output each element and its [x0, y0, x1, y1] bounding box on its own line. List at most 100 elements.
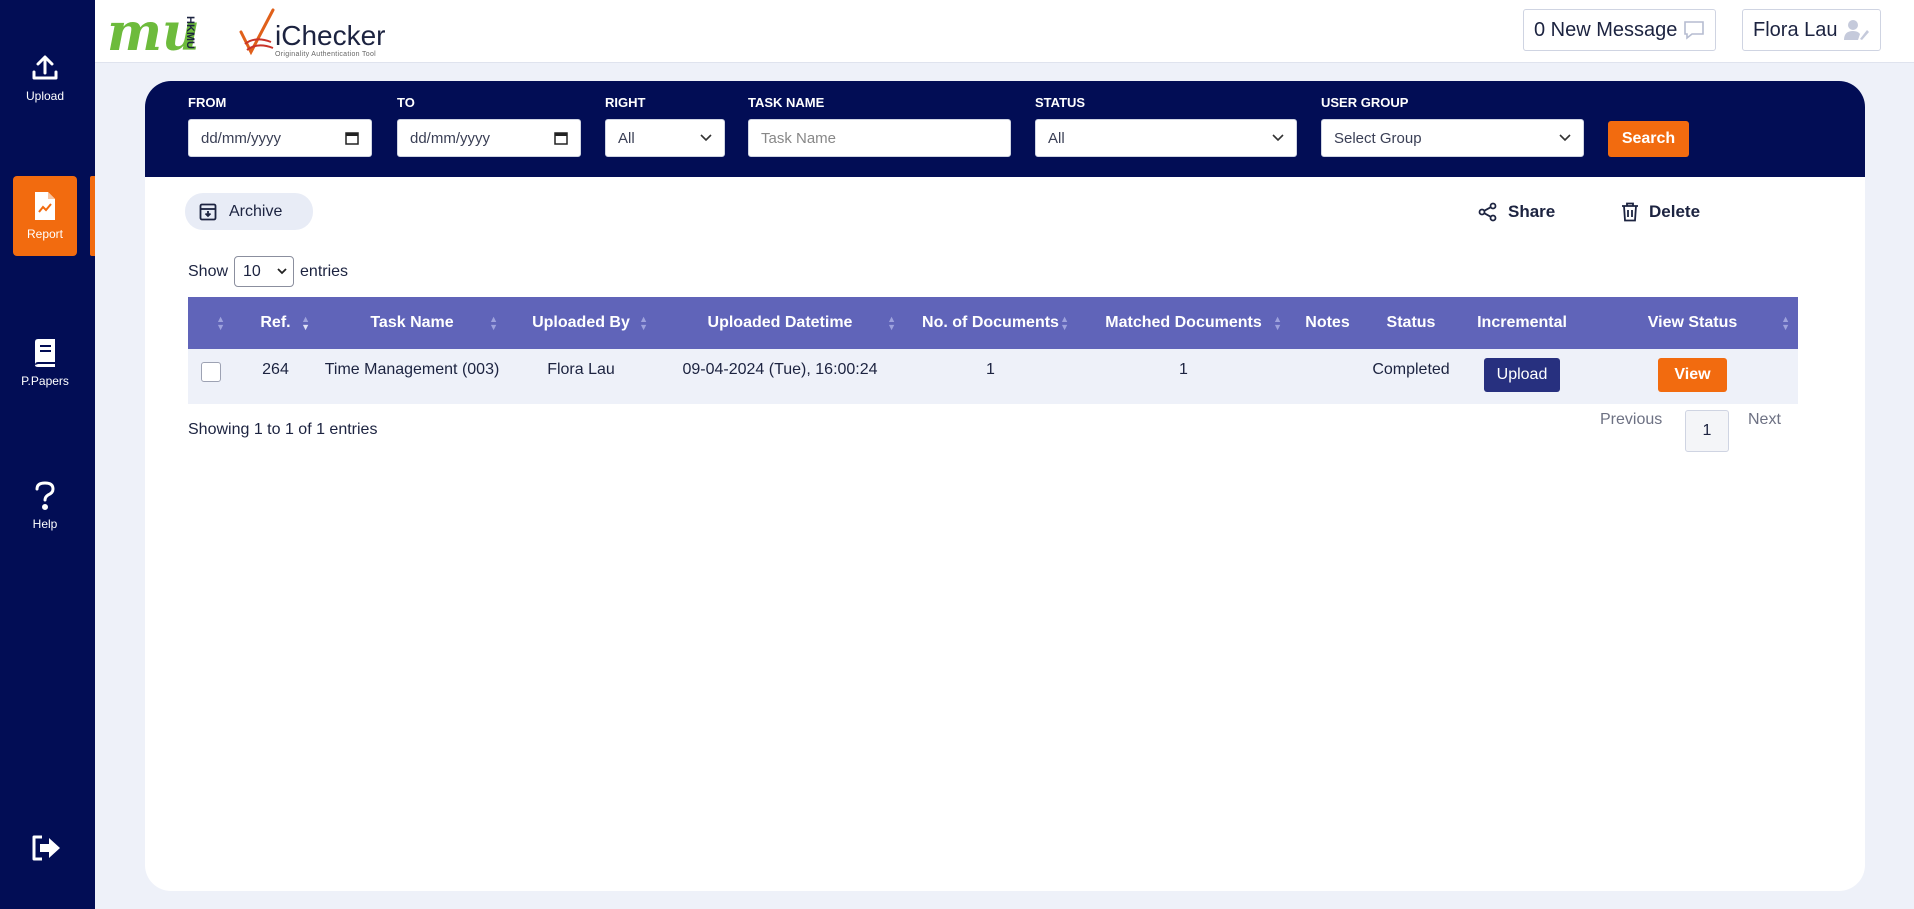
delete-button[interactable]: Delete — [1621, 198, 1700, 226]
sidebar-item-help[interactable]: Help — [13, 466, 77, 546]
entries-select[interactable]: 10 — [234, 256, 295, 287]
top-header: mu HKMU iChecker Originality Authenticat… — [95, 0, 1914, 63]
messages-label: 0 New Message — [1534, 18, 1678, 41]
column-label: Notes — [1305, 314, 1350, 331]
user-group-label: USER GROUP — [1321, 95, 1409, 110]
app-name: iChecker — [275, 20, 386, 51]
from-label: FROM — [188, 95, 227, 110]
select-all-header: ▲ ▼ — [188, 297, 233, 349]
column-header-matched-documents[interactable]: Matched Documents ▲ ▼ — [1077, 297, 1290, 349]
row-select-cell — [188, 349, 233, 404]
to-label: TO — [397, 95, 415, 110]
column-header-task-name[interactable]: Task Name ▲ ▼ — [318, 297, 506, 349]
chevron-down-icon — [1559, 134, 1571, 142]
view-status-cell: View — [1587, 349, 1798, 404]
ref-cell: 264 — [262, 361, 289, 378]
column-header-uploaded-by[interactable]: Uploaded By ▲ ▼ — [506, 297, 656, 349]
user-menu-button[interactable]: Flora Lau — [1742, 9, 1881, 51]
search-button[interactable]: Search — [1608, 121, 1689, 157]
sidebar: Upload Report P.Papers Help — [0, 0, 95, 909]
row-checkbox[interactable] — [200, 362, 221, 382]
sort-icon: ▲ ▼ — [1273, 314, 1282, 332]
messages-button[interactable]: 0 New Message — [1523, 9, 1717, 51]
book-icon — [35, 339, 55, 367]
sidebar-item-upload[interactable]: Upload — [13, 38, 77, 118]
pagination-next[interactable]: Next — [1748, 411, 1781, 429]
status-label: STATUS — [1035, 95, 1086, 110]
right-select[interactable]: All — [605, 119, 725, 157]
column-header-status: Status — [1365, 297, 1457, 349]
trash-icon — [1622, 202, 1638, 222]
pagination-page-1[interactable]: 1 — [1685, 410, 1729, 452]
view-button[interactable]: View — [1658, 358, 1727, 392]
from-date-input[interactable]: dd/mm/yyyy — [188, 119, 372, 157]
table-header-row: ▲ ▼ Ref. ▲ ▼ Task Name ▲ ▼ Uploaded By ▲ ▼ Uplo… — [188, 297, 1798, 349]
status-select[interactable]: All — [1035, 119, 1297, 157]
table-info: Showing 1 to 1 of 1 entries — [188, 421, 378, 438]
ichecker-check-icon — [239, 8, 275, 56]
sort-desc-icon: ▲ ▼ — [301, 314, 310, 332]
question-icon — [35, 481, 55, 510]
report-card: FROM dd/mm/yyyy TO dd/mm/yyyy RIGHT All … — [145, 81, 1865, 891]
chat-icon — [1684, 21, 1705, 40]
user-group-select[interactable]: Select Group — [1321, 119, 1584, 157]
column-header-notes: Notes — [1290, 297, 1365, 349]
upload-icon — [32, 55, 58, 80]
tasks-table: ▲ ▼ Ref. ▲ ▼ Task Name ▲ ▼ Uploaded By ▲ ▼ Uplo… — [188, 297, 1798, 404]
hkmu-logo: mu HKMU — [107, 2, 212, 63]
logout-button[interactable] — [26, 832, 66, 864]
column-header-view-status[interactable]: View Status ▲ ▼ — [1587, 297, 1798, 349]
incremental-cell: Upload — [1457, 349, 1587, 404]
column-label: View Status — [1647, 314, 1738, 331]
share-button[interactable]: Share — [1478, 198, 1555, 226]
task-name-label: TASK NAME — [748, 95, 825, 110]
report-icon — [35, 192, 55, 220]
delete-label: Delete — [1649, 202, 1701, 221]
user-name: Flora Lau — [1753, 18, 1838, 41]
share-label: Share — [1508, 202, 1556, 221]
ichecker-logo: iChecker Originality Authentication Tool — [237, 6, 407, 61]
column-label: No. of Documents — [922, 314, 1059, 331]
column-label: Status — [1386, 314, 1436, 331]
sidebar-item-label: P.Papers — [21, 374, 69, 388]
sort-icon: ▲ ▼ — [639, 314, 648, 332]
task-name-input[interactable]: Task Name — [748, 119, 1011, 157]
column-label: Incremental — [1477, 314, 1567, 331]
sidebar-item-label: Report — [26, 227, 64, 241]
column-header-no-of-documents[interactable]: No. of Documents ▲ ▼ — [904, 297, 1077, 349]
entries-length-control: Show 10 entries — [188, 256, 348, 287]
sidebar-item-ppapers[interactable]: P.Papers — [13, 323, 77, 403]
filter-bar: FROM dd/mm/yyyy TO dd/mm/yyyy RIGHT All … — [145, 81, 1865, 177]
pagination-previous[interactable]: Previous — [1600, 411, 1662, 429]
table-row: 264 Time Management (003) Flora Lau 09-0… — [188, 349, 1798, 404]
archive-icon — [199, 203, 217, 220]
column-label: Uploaded By — [532, 314, 630, 331]
sidebar-item-label: Help — [32, 517, 58, 531]
chevron-down-icon — [700, 134, 712, 142]
column-header-uploaded-datetime[interactable]: Uploaded Datetime ▲ ▼ — [656, 297, 904, 349]
sidebar-item-label: Upload — [25, 89, 65, 103]
calendar-icon — [345, 132, 359, 145]
column-label: Task Name — [370, 314, 454, 331]
archive-button[interactable]: Archive — [185, 193, 313, 230]
to-date-placeholder: dd/mm/yyyy — [410, 129, 491, 147]
incremental-upload-button[interactable]: Upload — [1483, 358, 1561, 392]
no-of-documents-cell: 1 — [986, 361, 995, 378]
sort-icon: ▲ ▼ — [887, 314, 896, 332]
sort-icon: ▲ ▼ — [216, 314, 225, 332]
active-indicator — [90, 176, 95, 256]
archive-label: Archive — [229, 202, 283, 220]
logout-icon — [32, 835, 60, 861]
uploaded-by-cell: Flora Lau — [547, 361, 615, 378]
sort-icon: ▲ ▼ — [1060, 314, 1069, 332]
column-label: Uploaded Datetime — [707, 314, 853, 331]
uploaded-datetime-cell: 09-04-2024 (Tue), 16:00:24 — [682, 361, 878, 378]
sort-icon: ▲ ▼ — [489, 314, 498, 332]
column-label: Matched Documents — [1105, 314, 1262, 331]
column-header-ref[interactable]: Ref. ▲ ▼ — [233, 297, 318, 349]
chevron-down-icon — [1272, 134, 1284, 142]
status-cell: Completed — [1372, 361, 1450, 378]
to-date-input[interactable]: dd/mm/yyyy — [397, 119, 581, 157]
column-label: Ref. — [260, 314, 291, 331]
sidebar-item-report[interactable]: Report — [13, 176, 77, 256]
